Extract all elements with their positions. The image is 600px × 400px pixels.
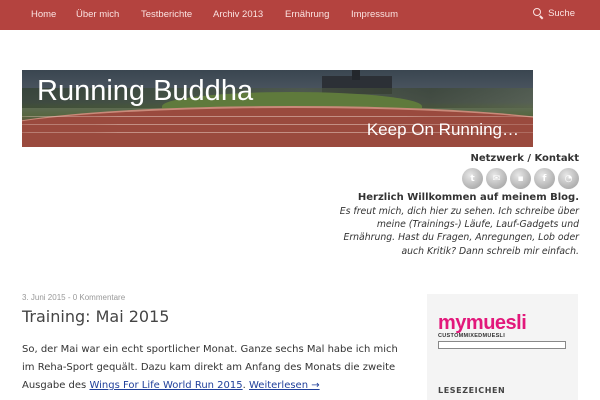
header-banner[interactable]: Running Buddha Keep On Running… bbox=[22, 70, 533, 147]
social-icons: t ✉ ▪ f ◔ bbox=[462, 168, 579, 189]
search-icon bbox=[533, 8, 544, 20]
post-excerpt: So, der Mai war ein echt sportlicher Mon… bbox=[22, 341, 407, 395]
meta-separator: - bbox=[65, 293, 73, 302]
post-meta: 3. Juni 2015 - 0 Kommentare bbox=[22, 293, 125, 302]
site-title[interactable]: Running Buddha bbox=[37, 75, 253, 108]
rss-icon[interactable]: ◔ bbox=[558, 168, 579, 189]
top-nav: Home Über mich Testberichte Archiv 2013 … bbox=[0, 0, 600, 30]
sidebar: mymuesli CUSTOMMIXEDMUESLI LESEZEICHEN bbox=[427, 294, 578, 400]
bookmarks-heading: LESEZEICHEN bbox=[438, 386, 506, 395]
mymuesli-ad-logo[interactable]: mymuesli bbox=[438, 313, 527, 333]
banner-floodlight bbox=[352, 70, 360, 80]
read-more-link[interactable]: Weiterlesen → bbox=[249, 380, 320, 391]
nav-item-ernaehrung[interactable]: Ernährung bbox=[285, 9, 329, 20]
welcome-text: Es freut mich, dich hier zu sehen. Ich s… bbox=[339, 206, 579, 257]
mymuesli-ad-bar[interactable] bbox=[438, 341, 566, 349]
post-comments-link[interactable]: 0 Kommentare bbox=[73, 293, 125, 302]
search-label: Suche bbox=[548, 8, 575, 19]
chat-icon[interactable]: ▪ bbox=[510, 168, 531, 189]
twitter-icon[interactable]: t bbox=[462, 168, 483, 189]
network-heading: Netzwerk / Kontakt bbox=[470, 153, 580, 164]
post-date[interactable]: 3. Juni 2015 bbox=[22, 293, 66, 302]
post-title[interactable]: Training: Mai 2015 bbox=[22, 307, 169, 326]
post-body-trailing: . bbox=[242, 380, 246, 391]
post-inline-link[interactable]: Wings For Life World Run 2015 bbox=[89, 380, 242, 391]
site-tagline: Keep On Running… bbox=[366, 120, 519, 139]
nav-item-ueber-mich[interactable]: Über mich bbox=[76, 9, 119, 20]
search-button[interactable]: Suche bbox=[533, 8, 575, 20]
nav-item-home[interactable]: Home bbox=[31, 9, 56, 20]
nav-item-archiv-2013[interactable]: Archiv 2013 bbox=[213, 9, 263, 20]
welcome-title: Herzlich Willkommen auf meinem Blog. bbox=[357, 192, 579, 203]
facebook-icon[interactable]: f bbox=[534, 168, 555, 189]
mymuesli-ad-subtitle: CUSTOMMIXEDMUESLI bbox=[438, 333, 506, 339]
email-icon[interactable]: ✉ bbox=[486, 168, 507, 189]
nav-item-testberichte[interactable]: Testberichte bbox=[141, 9, 192, 20]
nav-item-impressum[interactable]: Impressum bbox=[351, 9, 398, 20]
